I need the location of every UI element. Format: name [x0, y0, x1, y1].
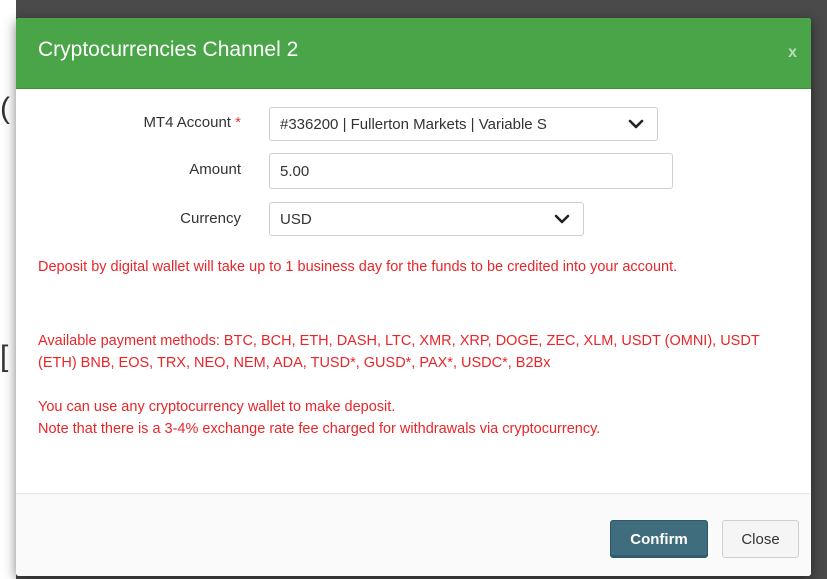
account-select[interactable]: #336200 | Fullerton Markets | Variable S: [269, 107, 658, 141]
deposit-time-notice: Deposit by digital wallet will take up t…: [38, 259, 678, 275]
chevron-down-icon: [554, 214, 570, 224]
currency-select[interactable]: USD: [269, 202, 584, 236]
account-select-value: #336200 | Fullerton Markets | Variable S: [280, 116, 547, 133]
backdrop-fragment: [: [0, 340, 9, 373]
modal-header: Cryptocurrencies Channel 2 x: [16, 18, 811, 89]
account-label: MT4 Account *: [143, 114, 241, 131]
modal-footer: Confirm Close: [16, 493, 811, 576]
modal-title: Cryptocurrencies Channel 2: [38, 38, 299, 61]
amount-input[interactable]: [269, 153, 673, 189]
close-button[interactable]: Close: [722, 520, 799, 558]
backdrop-fragment: (: [0, 92, 10, 125]
currency-label: Currency: [180, 210, 241, 227]
backdrop-page-edge: ( [: [0, 0, 16, 579]
amount-row: Amount: [16, 151, 811, 191]
required-marker: *: [235, 114, 241, 131]
chevron-down-icon: [628, 119, 644, 129]
confirm-button[interactable]: Confirm: [610, 520, 708, 558]
currency-select-value: USD: [280, 211, 312, 228]
deposit-modal: Cryptocurrencies Channel 2 x MT4 Account…: [16, 18, 811, 576]
wallet-notice: You can use any cryptocurrency wallet to…: [38, 399, 396, 415]
payment-methods-notice: Available payment methods: BTC, BCH, ETH…: [38, 333, 760, 371]
account-row: MT4 Account * #336200 | Fullerton Market…: [16, 104, 811, 144]
fee-notice: Note that there is a 3-4% exchange rate …: [38, 421, 601, 437]
currency-row: Currency USD: [16, 199, 811, 239]
close-icon[interactable]: x: [788, 44, 797, 62]
amount-label: Amount: [189, 161, 241, 178]
